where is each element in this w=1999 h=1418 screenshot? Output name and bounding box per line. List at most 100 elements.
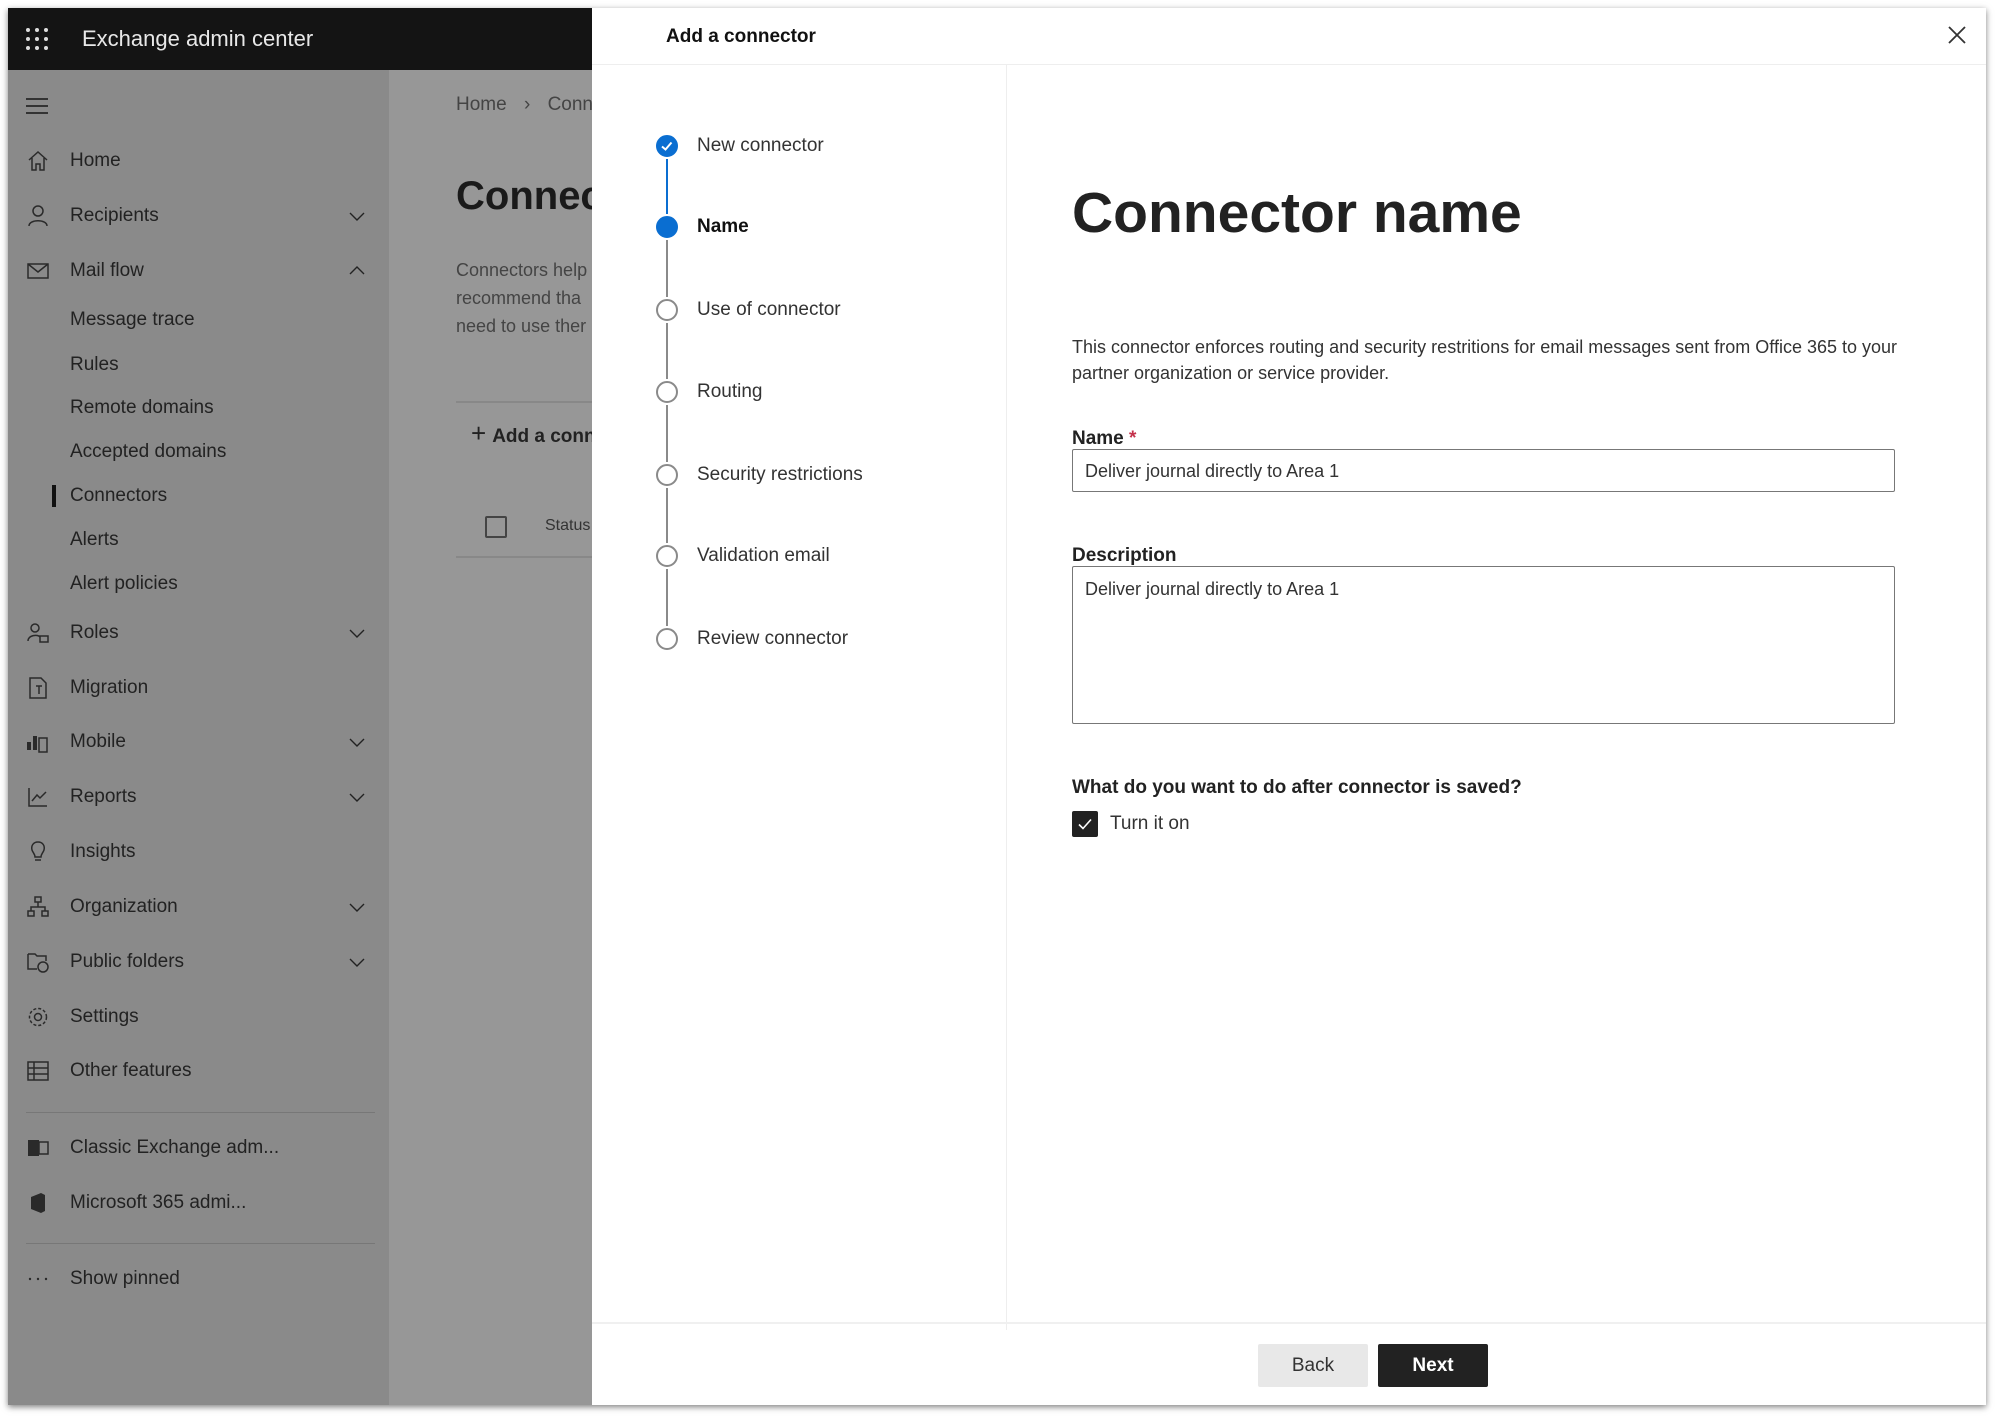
sidebar-item-alerts[interactable]: Alerts bbox=[8, 520, 389, 560]
chevron-down-icon[interactable] bbox=[348, 953, 366, 971]
chevron-down-icon[interactable] bbox=[348, 207, 366, 225]
breadcrumb-connectors[interactable]: Conne bbox=[548, 94, 592, 115]
name-label: Name * bbox=[1072, 428, 1136, 450]
turn-it-on-label[interactable]: Turn it on bbox=[1110, 813, 1190, 835]
sidebar-item-other-features[interactable]: Other features bbox=[8, 1051, 389, 1091]
name-label-text: Name bbox=[1072, 428, 1124, 449]
breadcrumb-home[interactable]: Home bbox=[456, 94, 507, 115]
chevron-down-icon[interactable] bbox=[348, 898, 366, 916]
sidebar-item-label: Microsoft 365 admi... bbox=[70, 1192, 247, 1213]
wizard-step: Routing bbox=[656, 377, 763, 407]
sidebar-item-label: Organization bbox=[70, 896, 178, 917]
required-indicator: * bbox=[1129, 428, 1137, 449]
sidebar-item-connectors[interactable]: Connectors bbox=[8, 476, 389, 516]
name-input[interactable]: Deliver journal directly to Area 1 bbox=[1072, 449, 1895, 492]
sidebar-item-label: Accepted domains bbox=[70, 441, 227, 462]
wizard-step: Security restrictions bbox=[656, 460, 863, 490]
sidebar-item-reports[interactable]: Reports bbox=[8, 777, 389, 817]
sidebar-item-remote-domains[interactable]: Remote domains bbox=[8, 388, 389, 428]
sidebar-item-roles[interactable]: Roles bbox=[8, 613, 389, 653]
step-done-icon bbox=[656, 135, 678, 157]
home-icon bbox=[28, 150, 48, 171]
sidebar-item-label: Remote domains bbox=[70, 397, 214, 418]
step-label: Review connector bbox=[697, 628, 849, 649]
sidebar-item-label: Settings bbox=[70, 1006, 139, 1027]
panel-header: Add a connector bbox=[666, 26, 816, 47]
more-icon bbox=[28, 1277, 48, 1281]
sidebar-item-label: Mail flow bbox=[70, 260, 144, 281]
person-icon bbox=[28, 205, 48, 227]
sidebar-item-insights[interactable]: Insights bbox=[8, 832, 389, 872]
after-save-question: What do you want to do after connector i… bbox=[1072, 777, 1522, 798]
chevron-down-icon[interactable] bbox=[348, 624, 366, 642]
sidebar-item-settings[interactable]: Settings bbox=[8, 997, 389, 1037]
close-icon[interactable] bbox=[1946, 24, 1968, 46]
step-connector bbox=[666, 159, 668, 214]
selected-indicator bbox=[52, 485, 56, 507]
wizard-step: Review connector bbox=[656, 624, 848, 654]
sidebar-item-label: Public folders bbox=[70, 951, 185, 972]
breadcrumb-separator-icon: › bbox=[523, 94, 531, 115]
step-label: Use of connector bbox=[697, 299, 841, 320]
select-all-checkbox[interactable] bbox=[485, 516, 507, 538]
org-icon bbox=[27, 896, 49, 917]
description-textarea[interactable]: Deliver journal directly to Area 1 bbox=[1072, 566, 1895, 724]
next-button[interactable]: Next bbox=[1378, 1344, 1488, 1387]
step-label: Security restrictions bbox=[697, 464, 863, 485]
step-label: New connector bbox=[697, 135, 824, 156]
sidebar: Home Recipients Mail flow Message trace Rule… bbox=[8, 70, 389, 1405]
sidebar-item-accepted-domains[interactable]: Accepted domains bbox=[8, 432, 389, 472]
browser-window: Exchange admin center Home Recipients Mail… bbox=[8, 8, 1986, 1405]
sidebar-item-rules[interactable]: Rules bbox=[8, 345, 389, 385]
back-button[interactable]: Back bbox=[1258, 1344, 1368, 1387]
chevron-down-icon[interactable] bbox=[348, 733, 366, 751]
divider bbox=[592, 1322, 1986, 1324]
divider bbox=[456, 401, 592, 403]
hamburger-menu-icon[interactable] bbox=[26, 98, 48, 119]
sidebar-item-mail-flow[interactable]: Mail flow bbox=[8, 251, 389, 291]
step-todo-icon bbox=[656, 545, 678, 567]
migration-icon bbox=[29, 677, 47, 699]
description-line: need to use ther bbox=[456, 316, 587, 336]
description-line: Connectors help bbox=[456, 260, 588, 280]
sidebar-item-alert-policies[interactable]: Alert policies bbox=[8, 564, 389, 604]
chevron-up-icon[interactable] bbox=[348, 262, 366, 280]
sidebar-item-organization[interactable]: Organization bbox=[8, 887, 389, 927]
sidebar-item-recipients[interactable]: Recipients bbox=[8, 196, 389, 236]
app-launcher-icon[interactable] bbox=[26, 28, 48, 50]
sidebar-item-message-trace[interactable]: Message trace bbox=[8, 300, 389, 340]
column-header-status[interactable]: Status bbox=[545, 517, 590, 535]
wizard-step: Validation email bbox=[656, 541, 830, 571]
step-todo-icon bbox=[656, 381, 678, 403]
sidebar-item-label: Migration bbox=[70, 677, 149, 698]
form-title: Connector name bbox=[1072, 181, 1522, 245]
main-content-background: Home › Conne Connec Connectors help reco… bbox=[389, 70, 592, 1405]
sidebar-item-show-pinned[interactable]: Show pinned bbox=[8, 1259, 389, 1299]
sidebar-item-migration[interactable]: Migration bbox=[8, 668, 389, 708]
table-icon bbox=[27, 1061, 49, 1081]
sidebar-item-label: Roles bbox=[70, 622, 119, 643]
checkmark-icon bbox=[661, 141, 673, 151]
turn-it-on-checkbox[interactable] bbox=[1072, 811, 1098, 837]
office-icon bbox=[31, 1193, 45, 1213]
sidebar-item-label: Message trace bbox=[70, 309, 195, 330]
sidebar-item-public-folders[interactable]: Public folders bbox=[8, 942, 389, 982]
step-connector bbox=[666, 323, 668, 379]
exchange-icon bbox=[28, 1140, 49, 1156]
chevron-down-icon[interactable] bbox=[348, 788, 366, 806]
sidebar-item-label: Alerts bbox=[70, 529, 119, 550]
step-label: Name bbox=[697, 216, 749, 237]
sidebar-item-mobile[interactable]: Mobile bbox=[8, 722, 389, 762]
add-connector-panel: Add a connector New connector Name Use of … bbox=[592, 8, 1986, 1405]
breadcrumb: Home › Conne bbox=[456, 94, 592, 116]
sidebar-item-label: Mobile bbox=[70, 731, 126, 752]
add-connector-button[interactable]: + Add a conn bbox=[471, 418, 592, 449]
step-current-icon bbox=[656, 216, 678, 238]
sidebar-item-home[interactable]: Home bbox=[8, 141, 389, 181]
divider bbox=[456, 556, 592, 558]
sidebar-item-microsoft-365-admi[interactable]: Microsoft 365 admi... bbox=[8, 1183, 389, 1223]
sidebar-item-classic-exchange-adm[interactable]: Classic Exchange adm... bbox=[8, 1128, 389, 1168]
mobile-icon bbox=[27, 736, 48, 753]
divider bbox=[26, 1112, 375, 1113]
step-connector bbox=[666, 569, 668, 626]
